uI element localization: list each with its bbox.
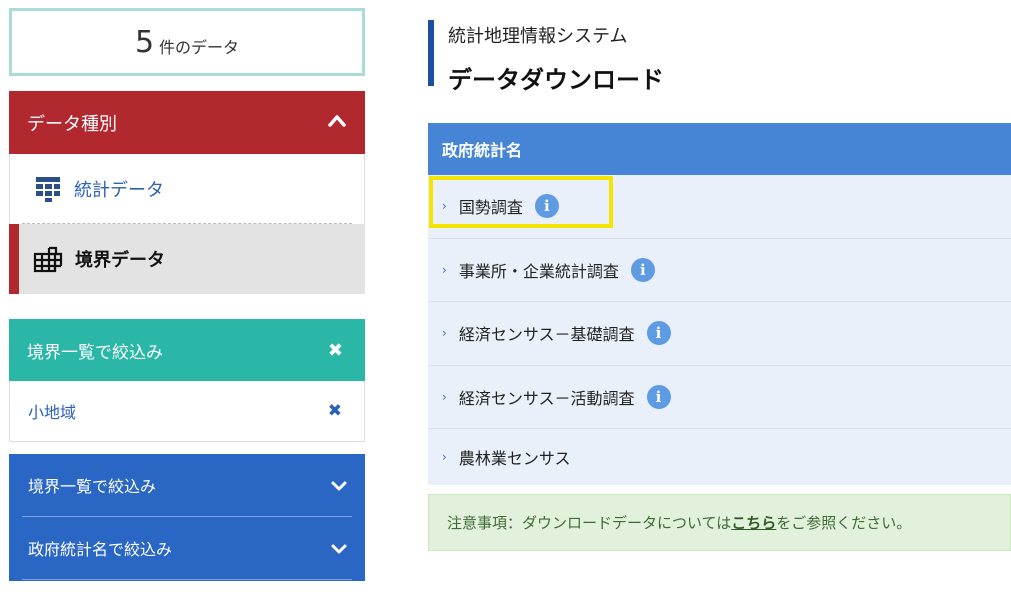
stat-row-label: 経済センサス－基礎調査: [458, 325, 635, 345]
stat-row[interactable]: › 事業所・企業統計調査 i: [428, 238, 1011, 302]
chevron-right-icon: ›: [442, 450, 447, 464]
result-count: 5: [134, 24, 155, 60]
stat-row[interactable]: › 農林業センサス: [428, 429, 1011, 485]
chevron-right-icon: ›: [442, 262, 447, 277]
page-heading: 統計地理情報システム データダウンロード: [428, 20, 664, 94]
data-type-boundary-label: 境界データ: [75, 250, 165, 271]
chevron-right-icon: ›: [442, 326, 447, 341]
stat-row-label: 国勢調査: [458, 198, 523, 218]
chevron-right-icon: ›: [442, 199, 447, 214]
info-icon[interactable]: i: [646, 384, 671, 409]
info-icon[interactable]: i: [534, 194, 559, 219]
selected-filter-item-label: 小地域: [28, 403, 77, 422]
notice-prefix: 注意事項：ダウンロードデータについては: [447, 514, 732, 532]
notice-box: 注意事項：ダウンロードデータについては こちら をご参照ください。: [428, 494, 1011, 551]
notice-link[interactable]: こちら: [731, 512, 776, 533]
stat-row[interactable]: › 経済センサス－活動調査 i: [428, 365, 1011, 429]
chevron-down-icon: [331, 481, 347, 491]
stat-row[interactable]: › 経済センサス－基礎調査 i: [428, 302, 1011, 366]
page-subtitle: 統計地理情報システム: [448, 26, 628, 47]
stat-row[interactable]: › 国勢調査 i: [428, 175, 1011, 239]
chevron-down-icon: [331, 544, 347, 554]
table-icon: [36, 177, 60, 202]
stat-table-header: 政府統計名: [428, 123, 1011, 175]
data-type-statistics-label: 統計データ: [74, 180, 164, 201]
page-title: データダウンロード: [448, 66, 664, 94]
remove-filter-icon[interactable]: ✖: [328, 401, 342, 421]
chevron-right-icon: ›: [442, 389, 447, 404]
data-type-boundary[interactable]: 境界データ: [9, 224, 365, 294]
data-type-statistics[interactable]: 統計データ: [9, 154, 365, 224]
filter-by-stat-name[interactable]: 政府統計名で絞込み: [22, 517, 352, 580]
filter-accordion: 境界一覧で絞込み 政府統計名で絞込み: [9, 454, 365, 581]
data-type-header-label: データ種別: [27, 113, 117, 135]
notice-suffix: をご参照ください。: [776, 514, 912, 532]
filter-by-stat-name-label: 政府統計名で絞込み: [28, 540, 173, 559]
selected-filter-header[interactable]: 境界一覧で絞込み ✖: [9, 319, 365, 381]
result-count-unit: 件のデータ: [159, 38, 240, 57]
stat-row-label: 事業所・企業統計調査: [458, 261, 619, 281]
filter-by-boundary-list[interactable]: 境界一覧で絞込み: [22, 454, 352, 517]
stat-row-label: 経済センサス－活動調査: [458, 388, 635, 408]
selected-filter-item[interactable]: 小地域 ✖: [9, 381, 365, 442]
info-icon[interactable]: i: [630, 257, 655, 282]
grid-icon: [33, 246, 63, 273]
chevron-up-icon: [328, 115, 346, 127]
stat-name-table: 政府統計名 › 国勢調査 i › 事業所・企業統計調査 i › 経済センサス－基…: [428, 123, 1011, 485]
result-count-box: 5 件のデータ: [9, 8, 365, 76]
stat-row-label: 農林業センサス: [458, 449, 571, 468]
data-type-header[interactable]: データ種別: [9, 91, 365, 154]
info-icon[interactable]: i: [646, 321, 671, 346]
close-icon[interactable]: ✖: [328, 340, 343, 361]
filter-by-boundary-list-label: 境界一覧で絞込み: [28, 477, 157, 496]
selected-filter-title: 境界一覧で絞込み: [27, 342, 163, 363]
